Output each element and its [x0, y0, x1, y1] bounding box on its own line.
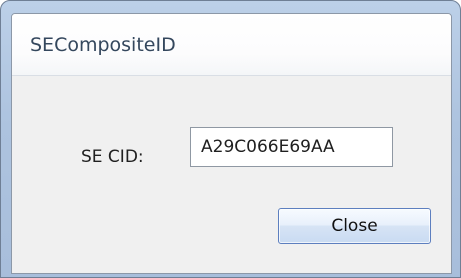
title-bar: SECompositeID — [12, 14, 451, 76]
se-cid-field[interactable] — [190, 127, 393, 167]
close-button[interactable]: Close — [278, 208, 431, 244]
window-frame: SECompositeID SE CID: Close — [0, 0, 461, 278]
se-cid-label: SE CID: — [81, 147, 144, 167]
dialog-window: SECompositeID SE CID: Close — [11, 13, 452, 274]
window-title: SECompositeID — [30, 33, 176, 56]
